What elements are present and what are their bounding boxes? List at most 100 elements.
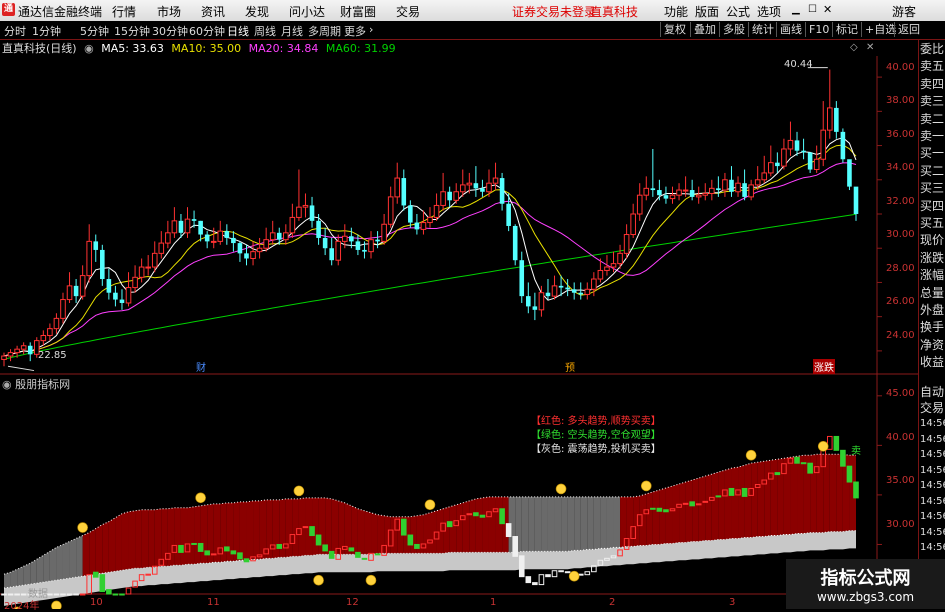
candle-body-down — [362, 249, 367, 252]
candle-body-down — [840, 131, 846, 160]
indicator-band-segment — [462, 500, 470, 553]
toolbar-button[interactable]: 多股 — [719, 22, 748, 37]
sidebar-quote-item[interactable]: 买一 — [920, 146, 945, 161]
period-tab[interactable]: 15分钟 — [114, 23, 150, 39]
minimize-icon[interactable]: ▁ — [792, 4, 800, 15]
sidebar-quote-item[interactable]: 委比 — [920, 42, 945, 57]
toolbar-button[interactable]: 统计 — [748, 22, 777, 37]
indicator-band-segment — [246, 500, 254, 561]
menu-item[interactable]: 功能 — [664, 3, 688, 20]
event-marker[interactable]: 涨跌 — [813, 359, 835, 374]
indicator-band-segment — [475, 497, 483, 553]
sidebar-trade-item[interactable]: 交易 — [920, 401, 945, 416]
sidebar-quote-item[interactable]: 现价 — [920, 233, 945, 248]
toolbar-button[interactable]: 画线 — [776, 22, 805, 37]
indicator-band-segment — [790, 456, 798, 535]
candle-body-down — [27, 345, 33, 355]
indicator-band-segment — [816, 454, 824, 533]
sidebar-trade-item[interactable]: 14:56 — [920, 540, 945, 555]
close-icon[interactable]: ✕ — [866, 42, 874, 53]
toolbar-button[interactable]: 标记 — [832, 22, 861, 37]
period-tab[interactable]: 5分钟 — [80, 23, 109, 39]
period-tab[interactable]: 周线 — [254, 23, 276, 39]
sidebar-quote-item[interactable]: 买二 — [920, 164, 945, 179]
sidebar-quote-item[interactable]: 外盘 — [920, 303, 945, 318]
guest-button[interactable]: 游客 — [892, 3, 916, 20]
sidebar-quote-item[interactable]: 净资 — [920, 338, 945, 353]
candle-body-up — [47, 328, 53, 336]
indicator-band-segment — [390, 516, 398, 554]
event-marker[interactable]: 财 — [196, 359, 206, 374]
event-marker[interactable]: 预 — [565, 359, 575, 374]
close-icon[interactable]: ✕ — [823, 3, 832, 16]
menu-item[interactable]: 版面 — [695, 3, 719, 20]
sidebar-quote-item[interactable]: 买五 — [920, 216, 945, 231]
menu-item[interactable]: 行情 — [112, 3, 136, 20]
sidebar-trade-item[interactable]: 14:56 — [920, 447, 945, 462]
sidebar-trade-item[interactable]: 14:56 — [920, 478, 945, 493]
period-tab[interactable]: 分时 — [4, 23, 26, 39]
sidebar-trade-item[interactable]: 14:56 — [920, 525, 945, 540]
indicator-band-segment — [711, 472, 719, 541]
sidebar-quote-item[interactable]: 涨幅 — [920, 268, 945, 283]
candle-body-up — [768, 162, 774, 174]
menu-item[interactable]: 选项 — [757, 3, 781, 20]
sidebar-trade-item[interactable]: 14:56 — [920, 432, 945, 447]
candle-body-down — [73, 285, 79, 297]
sidebar-quote-item[interactable]: 买四 — [920, 199, 945, 214]
menu-item[interactable]: 市场 — [157, 3, 181, 20]
maximize-icon[interactable]: ☐ — [808, 4, 817, 15]
sidebar-trade-item[interactable]: 14:56 — [920, 509, 945, 524]
sidebar-quote-item[interactable]: 收益 — [920, 355, 945, 370]
sidebar-quote-item[interactable]: 卖三 — [920, 94, 945, 109]
kline-chart[interactable] — [0, 56, 918, 609]
candle-body-down — [526, 296, 531, 307]
chevron-right-icon[interactable]: › — [369, 23, 373, 36]
indicator-band-segment — [574, 496, 581, 551]
time-tick-label: 10 — [90, 597, 103, 608]
indicator-band-segment — [259, 499, 267, 560]
sidebar-trade-item[interactable]: 14:56 — [920, 416, 945, 431]
period-tab[interactable]: 更多 — [344, 23, 366, 39]
sidebar-quote-item[interactable]: 涨跌 — [920, 251, 945, 266]
sidebar-quote-item[interactable]: 卖一 — [920, 129, 945, 144]
sidebar-quote-item[interactable]: 卖五 — [920, 59, 945, 74]
indicator-band-segment — [751, 462, 758, 538]
sidebar-quote-item[interactable]: 总量 — [920, 286, 945, 301]
menu-item[interactable]: 交易 — [396, 3, 420, 20]
menu-item[interactable]: 资讯 — [201, 3, 225, 20]
candle-body-up — [761, 172, 768, 181]
login-notice[interactable]: 证券交易未登录 — [512, 3, 596, 20]
diamond-icon[interactable]: ◇ — [850, 42, 858, 53]
candle-body-up — [53, 317, 60, 330]
sidebar-trade-item[interactable]: 14:56 — [920, 463, 945, 478]
indicator-candle — [125, 587, 132, 595]
toolbar-button[interactable]: 返回 — [894, 22, 923, 37]
watermark-url: www.zbgs3.com — [816, 590, 915, 604]
period-tab[interactable]: 月线 — [281, 23, 303, 39]
period-tab[interactable]: 30分钟 — [152, 23, 188, 39]
indicator-candle — [243, 558, 250, 563]
indicator-candle — [106, 589, 112, 595]
toolbar-button[interactable]: F10 — [805, 22, 832, 37]
period-tab[interactable]: 多周期 — [308, 23, 341, 39]
toolbar-button[interactable]: 复权 — [660, 22, 689, 37]
toolbar-button[interactable]: 叠加 — [690, 22, 719, 37]
sidebar-trade-item[interactable]: 14:56 — [920, 494, 945, 509]
menu-item[interactable]: 公式 — [726, 3, 750, 20]
sidebar-quote-item[interactable]: 换手 — [920, 320, 945, 335]
period-tab[interactable]: 60分钟 — [189, 23, 225, 39]
sidebar-quote-item[interactable]: 卖四 — [920, 77, 945, 92]
menu-item[interactable]: 财富圈 — [340, 3, 376, 20]
sidebar-quote-item[interactable]: 卖二 — [920, 112, 945, 127]
menu-item[interactable]: 发现 — [245, 3, 269, 20]
time-tick-label: 12 — [346, 597, 359, 608]
settings-icon[interactable]: ◉ — [2, 378, 12, 391]
sidebar-trade-item[interactable]: 自动 — [920, 385, 945, 400]
settings-icon[interactable]: ◉ — [84, 42, 94, 55]
menu-item[interactable]: 问小达 — [289, 3, 325, 20]
period-tab-active[interactable]: 日线 — [227, 23, 249, 39]
period-tab[interactable]: 1分钟 — [32, 23, 61, 39]
sidebar-quote-item[interactable]: 买三 — [920, 181, 945, 196]
indicator-band-segment — [364, 510, 372, 555]
